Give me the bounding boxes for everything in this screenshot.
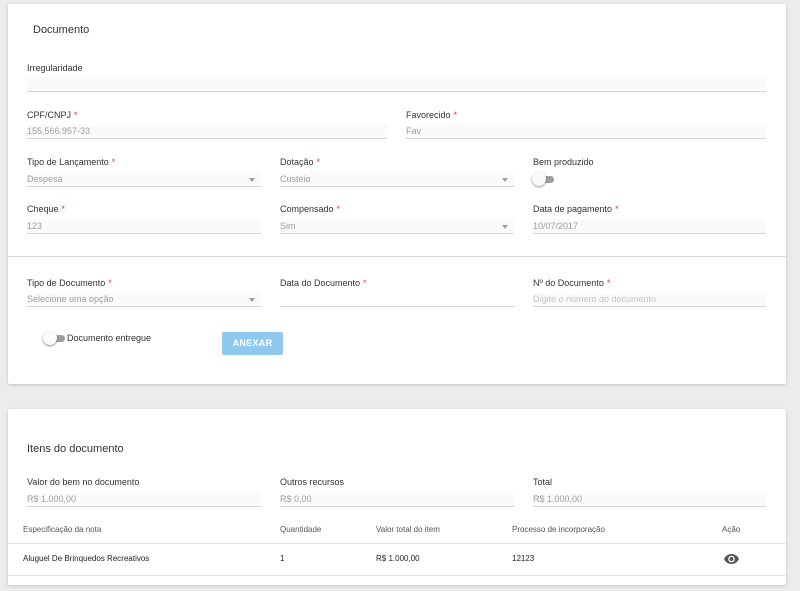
cell-valor: R$ 1.000,00	[376, 554, 420, 563]
outros-recursos-input[interactable]: R$ 0,00	[280, 493, 514, 507]
numero-documento-label: Nº do Documento *	[533, 278, 611, 288]
cell-especificacao: Aluguel De Brinquedos Recreativos	[23, 554, 150, 563]
anexar-button[interactable]: ANEXAR	[222, 332, 283, 355]
table-row-divider	[8, 575, 786, 576]
documento-entregue-toggle[interactable]	[43, 331, 65, 345]
data-pagamento-input[interactable]: 10/07/2017	[533, 220, 766, 234]
column-header-acao: Ação	[722, 525, 741, 534]
bem-produzido-toggle[interactable]	[532, 172, 554, 186]
favorecido-label: Favorecido *	[406, 110, 458, 120]
cpf-cnpj-value: 155.566.957-33	[27, 126, 91, 136]
cpf-cnpj-label: CPF/CNPJ *	[27, 110, 78, 120]
column-header-processo: Processo de incorporação	[512, 525, 605, 534]
irregularidade-label: Irregularidade	[27, 63, 83, 73]
dotacao-label: Dotação *	[280, 157, 321, 167]
favorecido-value: Fav	[406, 126, 422, 136]
valor-bem-value: R$ 1.000,00	[27, 494, 77, 504]
documento-entregue-label: Documento entregue	[67, 333, 152, 343]
tipo-lancamento-select[interactable]: Despesa	[27, 173, 261, 187]
outros-recursos-value: R$ 0,00	[280, 494, 312, 504]
table-header-divider	[8, 543, 786, 544]
column-header-especificacao: Especificação da nota	[23, 525, 102, 534]
compensado-label: Compensado *	[280, 204, 341, 214]
irregularidade-input[interactable]	[27, 78, 766, 92]
data-documento-label: Data do Documento *	[280, 278, 367, 288]
cpf-cnpj-input[interactable]: 155.566.957-33	[27, 125, 387, 139]
document-card: Documento Irregularidade CPF/CNPJ * 155.5…	[8, 4, 786, 384]
bem-produzido-label: Bem produzido	[533, 157, 594, 167]
tipo-lancamento-value: Despesa	[27, 174, 63, 184]
column-header-valor-total: Valor total do item	[376, 525, 440, 534]
data-pagamento-value: 10/07/2017	[533, 221, 579, 231]
valor-bem-input[interactable]: R$ 1.000,00	[27, 493, 261, 507]
numero-documento-placeholder: Digite o número do documento	[533, 294, 657, 304]
cell-quantidade: 1	[280, 554, 285, 563]
outros-recursos-label: Outros recursos	[280, 477, 345, 487]
dotacao-value: Custeio	[280, 174, 311, 184]
items-card-title: Itens do documento	[27, 443, 124, 455]
compensado-value: Sim	[280, 221, 296, 231]
cheque-input[interactable]: 123	[27, 220, 261, 234]
dotacao-select[interactable]: Custeio	[280, 173, 514, 187]
document-card-title: Documento	[33, 24, 90, 36]
column-header-quantidade: Quantidade	[280, 525, 322, 534]
total-value: R$ 1.000,00	[533, 494, 583, 504]
compensado-select[interactable]: Sim	[280, 220, 514, 234]
eye-icon[interactable]	[724, 554, 739, 564]
tipo-lancamento-label: Tipo de Lançamento *	[27, 157, 116, 167]
chevron-down-icon	[502, 225, 508, 229]
tipo-documento-label: Tipo de Documento *	[27, 278, 112, 288]
cell-processo: 12123	[512, 554, 535, 563]
total-input[interactable]: R$ 1.000,00	[533, 493, 766, 507]
total-label: Total	[533, 477, 553, 487]
data-documento-input[interactable]	[280, 293, 514, 307]
chevron-down-icon	[249, 178, 255, 182]
section-divider	[8, 256, 786, 257]
valor-bem-label: Valor do bem no documento	[27, 477, 140, 487]
tipo-documento-select[interactable]: Selecione uma opção	[27, 293, 261, 307]
chevron-down-icon	[249, 298, 255, 302]
data-pagamento-label: Data de pagamento *	[533, 204, 619, 214]
chevron-down-icon	[502, 178, 508, 182]
items-card: Itens do documento Valor do bem no docum…	[8, 409, 786, 585]
tipo-documento-placeholder: Selecione uma opção	[27, 294, 114, 304]
numero-documento-input[interactable]: Digite o número do documento	[533, 293, 766, 307]
cheque-value: 123	[27, 221, 43, 231]
cheque-label: Cheque *	[27, 204, 66, 214]
favorecido-input[interactable]: Fav	[406, 125, 766, 139]
